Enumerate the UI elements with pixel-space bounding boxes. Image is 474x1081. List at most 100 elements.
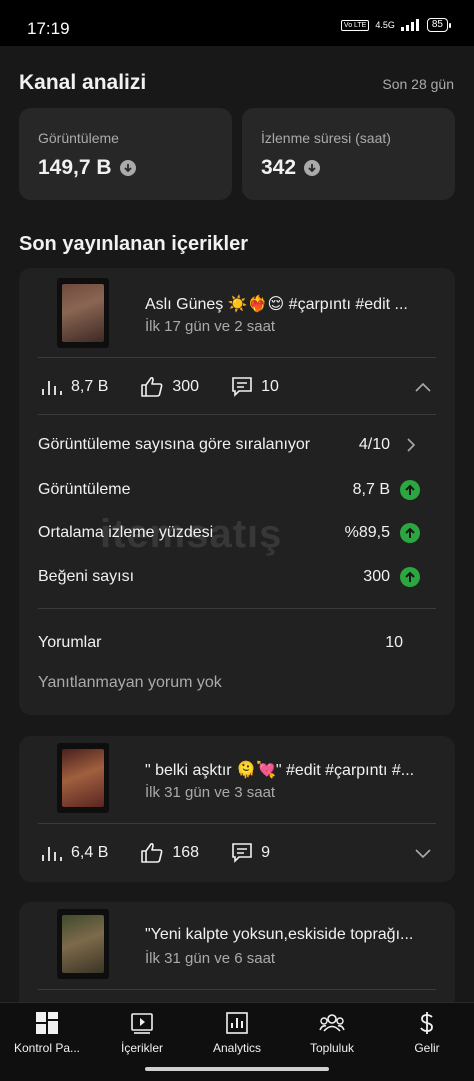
like-icon <box>141 376 163 397</box>
nav-dashboard[interactable]: Kontrol Pa... <box>0 1011 94 1055</box>
likes-label: Beğeni sayısı <box>38 568 135 585</box>
video-title[interactable]: " belki aşktır 🫠💘" #edit #çarpıntı #... <box>145 760 435 780</box>
nav-community[interactable]: Topluluk <box>285 1011 379 1055</box>
likes-count: 168 <box>172 844 200 861</box>
battery-icon: 85 <box>426 18 452 32</box>
rank-value-wrap: 4/10 <box>359 436 420 454</box>
video-card[interactable]: "Yeni kalpte yoksun,eskiside toprağı... … <box>19 902 455 1012</box>
comments-value-wrap: 10 <box>385 634 403 652</box>
video-metrics: 8,7 B 300 10 <box>41 372 433 402</box>
arrow-up-icon <box>400 523 420 543</box>
arrow-up-icon <box>400 480 420 500</box>
nav-content[interactable]: İçerikler <box>95 1011 189 1055</box>
section-title: Son yayınlanan içerikler <box>19 233 248 255</box>
comments-metric: 10 <box>231 376 279 398</box>
views-count: 8,7 B <box>71 378 109 395</box>
video-age: İlk 31 gün ve 3 saat <box>145 784 276 801</box>
earn-icon <box>420 1012 433 1034</box>
likes-count: 300 <box>172 378 200 395</box>
views-metric: 6,4 B <box>41 843 108 863</box>
divider <box>38 608 436 609</box>
views-label: Görüntüleme <box>38 481 131 498</box>
status-bar: 17:19 Vo LTE 4.5G 85 <box>0 0 474 46</box>
signal-icon <box>400 19 419 31</box>
chevron-right-icon <box>407 438 416 452</box>
comments-row[interactable]: Yorumlar 10 <box>38 634 420 652</box>
stat-value-text: 149,7 B <box>38 156 112 179</box>
video-thumbnail[interactable] <box>57 278 109 348</box>
divider <box>38 989 436 990</box>
content-icon <box>131 1013 153 1034</box>
rank-value: 4/10 <box>358 436 390 453</box>
likes-value-wrap: 300 <box>363 567 420 587</box>
community-icon <box>319 1014 345 1032</box>
views-icon <box>42 847 62 861</box>
nav-label: Topluluk <box>309 1041 355 1055</box>
avg-view-row: Ortalama izleme yüzdesi %89,5 <box>38 523 420 543</box>
likes-row: Beğeni sayısı 300 <box>38 567 420 587</box>
dashboard-icon <box>36 1012 58 1034</box>
comment-icon <box>232 377 252 397</box>
video-card[interactable]: Aslı Güneş ☀️❤️‍🔥😌 #çarpıntı #edit ... İ… <box>19 268 455 715</box>
views-row: Görüntüleme 8,7 B <box>38 480 420 500</box>
avg-view-value: %89,5 <box>344 524 390 541</box>
comment-icon <box>232 843 252 863</box>
avg-view-label: Ortalama izleme yüzdesi <box>38 524 214 541</box>
video-age: İlk 17 gün ve 2 saat <box>145 318 276 335</box>
stat-label: Görüntüleme <box>38 130 119 146</box>
status-time: 17:19 <box>27 19 70 38</box>
views-value: 8,7 B <box>352 481 390 498</box>
divider <box>38 823 436 824</box>
no-reply-text: Yanıtlanmayan yorum yok <box>38 674 222 691</box>
nav-analytics[interactable]: Analytics <box>190 1011 284 1055</box>
period-label[interactable]: Son 28 gün <box>382 76 454 92</box>
stat-label: İzlenme süresi (saat) <box>261 130 391 146</box>
arrow-down-icon <box>119 160 136 176</box>
video-title[interactable]: Aslı Güneş ☀️❤️‍🔥😌 #çarpıntı #edit ... <box>145 294 435 314</box>
nav-label: Analytics <box>212 1041 262 1055</box>
video-title[interactable]: "Yeni kalpte yoksun,eskiside toprağı... <box>145 926 435 944</box>
chevron-up-icon[interactable] <box>413 377 433 397</box>
network-label: 4.5G <box>375 20 395 30</box>
no-reply-row: Yanıtlanmayan yorum yok <box>38 674 420 692</box>
volte-icon: Vo LTE <box>340 19 370 31</box>
home-indicator[interactable] <box>145 1067 329 1071</box>
stat-value: 342 <box>261 156 321 180</box>
avg-view-value-wrap: %89,5 <box>345 523 420 543</box>
video-thumbnail[interactable] <box>57 909 109 979</box>
status-icons: Vo LTE 4.5G 85 <box>340 18 452 32</box>
divider <box>38 357 436 358</box>
views-icon <box>42 381 62 395</box>
likes-metric: 168 <box>140 842 199 864</box>
views-count: 6,4 B <box>71 844 109 861</box>
stat-value-text: 342 <box>261 156 297 179</box>
comments-count: 10 <box>261 378 279 395</box>
comments-metric: 9 <box>231 842 270 864</box>
comments-value: 10 <box>385 634 403 651</box>
page-title: Kanal analizi <box>19 71 147 94</box>
likes-value: 300 <box>363 568 390 585</box>
nav-label: İçerikler <box>120 1041 163 1055</box>
arrow-up-icon <box>400 567 420 587</box>
video-age: İlk 31 gün ve 6 saat <box>145 950 276 967</box>
views-stat-card[interactable]: Görüntüleme 149,7 B <box>19 108 232 200</box>
arrow-down-icon <box>304 160 321 176</box>
nav-earn[interactable]: Gelir <box>380 1011 474 1055</box>
comments-label: Yorumlar <box>38 634 102 651</box>
like-icon <box>141 842 163 863</box>
views-value-wrap: 8,7 B <box>353 480 420 500</box>
chevron-down-icon[interactable] <box>413 843 433 863</box>
likes-metric: 300 <box>140 376 199 398</box>
rank-row[interactable]: Görüntüleme sayısına göre sıralanıyor 4/… <box>38 436 420 454</box>
video-metrics: 6,4 B 168 9 <box>41 838 433 868</box>
watch-time-stat-card[interactable]: İzlenme süresi (saat) 342 <box>242 108 455 200</box>
views-metric: 8,7 B <box>41 377 108 397</box>
rank-label: Görüntüleme sayısına göre sıralanıyor <box>38 436 311 453</box>
stat-value: 149,7 B <box>38 156 136 180</box>
divider <box>38 414 436 415</box>
video-thumbnail[interactable] <box>57 743 109 813</box>
comments-count: 9 <box>261 844 270 861</box>
nav-label: Gelir <box>414 1041 440 1055</box>
nav-label: Kontrol Pa... <box>13 1041 81 1055</box>
video-card[interactable]: " belki aşktır 🫠💘" #edit #çarpıntı #... … <box>19 736 455 882</box>
